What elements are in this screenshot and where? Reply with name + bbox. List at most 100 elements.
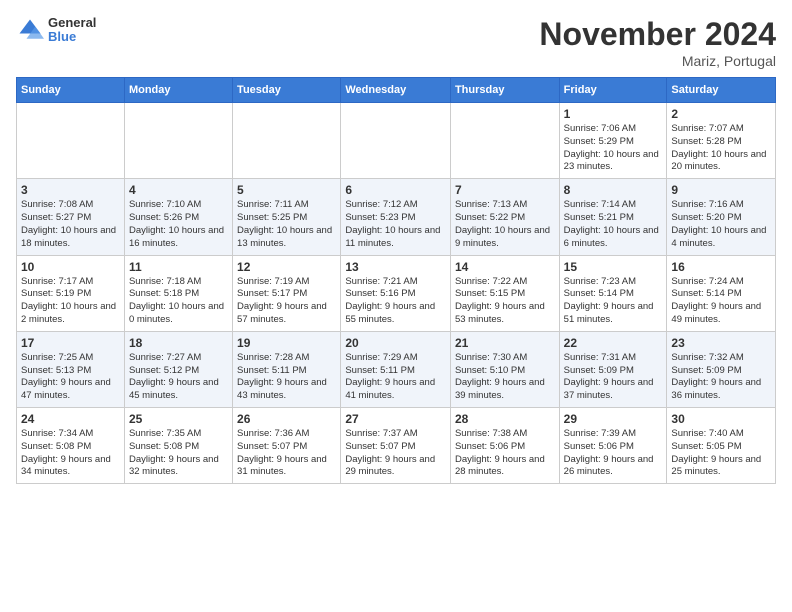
page-header: General Blue November 2024 Mariz, Portug… [16, 16, 776, 69]
day-number: 14 [455, 260, 555, 274]
day-number: 25 [129, 412, 228, 426]
day-info: Sunrise: 7:36 AM Sunset: 5:07 PM Dayligh… [237, 428, 336, 479]
calendar-cell: 28 Sunrise: 7:38 AM Sunset: 5:06 PM Dayli… [450, 408, 559, 484]
week-row-3: 10 Sunrise: 7:17 AM Sunset: 5:19 PM Dayli… [17, 255, 776, 331]
weekday-header-sunday: Sunday [17, 78, 125, 103]
day-number: 17 [21, 336, 120, 350]
calendar-cell: 8 Sunrise: 7:14 AM Sunset: 5:21 PM Daylig… [559, 179, 667, 255]
day-info: Sunrise: 7:29 AM Sunset: 5:11 PM Dayligh… [345, 352, 446, 403]
day-info: Sunrise: 7:35 AM Sunset: 5:08 PM Dayligh… [129, 428, 228, 479]
day-info: Sunrise: 7:17 AM Sunset: 5:19 PM Dayligh… [21, 276, 120, 327]
weekday-header-thursday: Thursday [450, 78, 559, 103]
logo-blue: Blue [48, 30, 96, 44]
calendar-cell: 30Sunrise: 7:40 AM Sunset: 5:05 PM Dayli… [667, 408, 776, 484]
day-info: Sunrise: 7:14 AM Sunset: 5:21 PM Dayligh… [564, 199, 663, 250]
logo-general: General [48, 16, 96, 30]
calendar-cell: 20 Sunrise: 7:29 AM Sunset: 5:11 PM Dayli… [341, 331, 451, 407]
day-info: Sunrise: 7:08 AM Sunset: 5:27 PM Dayligh… [21, 199, 120, 250]
calendar-cell: 4 Sunrise: 7:10 AM Sunset: 5:26 PM Daylig… [124, 179, 232, 255]
weekday-header-saturday: Saturday [667, 78, 776, 103]
day-info: Sunrise: 7:34 AM Sunset: 5:08 PM Dayligh… [21, 428, 120, 479]
day-info: Sunrise: 7:13 AM Sunset: 5:22 PM Dayligh… [455, 199, 555, 250]
day-number: 12 [237, 260, 336, 274]
calendar-cell [233, 103, 341, 179]
calendar-cell: 22Sunrise: 7:31 AM Sunset: 5:09 PM Dayli… [559, 331, 667, 407]
calendar-cell: 15 Sunrise: 7:23 AM Sunset: 5:14 PM Dayli… [559, 255, 667, 331]
day-number: 4 [129, 183, 228, 197]
day-number: 19 [237, 336, 336, 350]
weekday-header-wednesday: Wednesday [341, 78, 451, 103]
day-info: Sunrise: 7:24 AM Sunset: 5:14 PM Dayligh… [671, 276, 771, 327]
calendar-cell: 13 Sunrise: 7:21 AM Sunset: 5:16 PM Dayli… [341, 255, 451, 331]
day-number: 15 [564, 260, 663, 274]
day-info: Sunrise: 7:32 AM Sunset: 5:09 PM Dayligh… [671, 352, 771, 403]
calendar-cell: 11Sunrise: 7:18 AM Sunset: 5:18 PM Dayli… [124, 255, 232, 331]
day-number: 13 [345, 260, 446, 274]
calendar-cell: 18 Sunrise: 7:27 AM Sunset: 5:12 PM Dayli… [124, 331, 232, 407]
day-number: 28 [455, 412, 555, 426]
calendar-cell [341, 103, 451, 179]
day-number: 29 [564, 412, 663, 426]
day-number: 8 [564, 183, 663, 197]
day-number: 6 [345, 183, 446, 197]
day-number: 23 [671, 336, 771, 350]
calendar-cell: 10 Sunrise: 7:17 AM Sunset: 5:19 PM Dayli… [17, 255, 125, 331]
day-number: 24 [21, 412, 120, 426]
calendar-cell: 1 Sunrise: 7:06 AM Sunset: 5:29 PM Daylig… [559, 103, 667, 179]
calendar-cell: 7 Sunrise: 7:13 AM Sunset: 5:22 PM Daylig… [450, 179, 559, 255]
day-number: 2 [671, 107, 771, 121]
day-number: 22 [564, 336, 663, 350]
day-info: Sunrise: 7:11 AM Sunset: 5:25 PM Dayligh… [237, 199, 336, 250]
weekday-row: SundayMondayTuesdayWednesdayThursdayFrid… [17, 78, 776, 103]
day-number: 16 [671, 260, 771, 274]
day-number: 3 [21, 183, 120, 197]
location: Mariz, Portugal [539, 53, 776, 69]
weekday-header-monday: Monday [124, 78, 232, 103]
day-info: Sunrise: 7:06 AM Sunset: 5:29 PM Dayligh… [564, 123, 663, 174]
calendar-cell: 17Sunrise: 7:25 AM Sunset: 5:13 PM Dayli… [17, 331, 125, 407]
calendar-cell: 21 Sunrise: 7:30 AM Sunset: 5:10 PM Dayli… [450, 331, 559, 407]
month-title: November 2024 [539, 16, 776, 53]
week-row-2: 3 Sunrise: 7:08 AM Sunset: 5:27 PM Daylig… [17, 179, 776, 255]
day-number: 9 [671, 183, 771, 197]
day-info: Sunrise: 7:37 AM Sunset: 5:07 PM Dayligh… [345, 428, 446, 479]
logo: General Blue [16, 16, 96, 45]
day-info: Sunrise: 7:10 AM Sunset: 5:26 PM Dayligh… [129, 199, 228, 250]
logo-text: General Blue [48, 16, 96, 45]
calendar-cell: 25 Sunrise: 7:35 AM Sunset: 5:08 PM Dayli… [124, 408, 232, 484]
day-number: 20 [345, 336, 446, 350]
day-number: 18 [129, 336, 228, 350]
day-info: Sunrise: 7:23 AM Sunset: 5:14 PM Dayligh… [564, 276, 663, 327]
day-number: 30 [671, 412, 771, 426]
day-info: Sunrise: 7:22 AM Sunset: 5:15 PM Dayligh… [455, 276, 555, 327]
calendar-cell: 16 Sunrise: 7:24 AM Sunset: 5:14 PM Dayli… [667, 255, 776, 331]
week-row-4: 17Sunrise: 7:25 AM Sunset: 5:13 PM Dayli… [17, 331, 776, 407]
title-block: November 2024 Mariz, Portugal [539, 16, 776, 69]
day-number: 7 [455, 183, 555, 197]
calendar-cell: 29Sunrise: 7:39 AM Sunset: 5:06 PM Dayli… [559, 408, 667, 484]
day-info: Sunrise: 7:30 AM Sunset: 5:10 PM Dayligh… [455, 352, 555, 403]
weekday-header-tuesday: Tuesday [233, 78, 341, 103]
calendar-cell: 27Sunrise: 7:37 AM Sunset: 5:07 PM Dayli… [341, 408, 451, 484]
calendar-cell [124, 103, 232, 179]
day-number: 1 [564, 107, 663, 121]
day-number: 21 [455, 336, 555, 350]
calendar-header: SundayMondayTuesdayWednesdayThursdayFrid… [17, 78, 776, 103]
calendar-cell: 2 Sunrise: 7:07 AM Sunset: 5:28 PM Daylig… [667, 103, 776, 179]
day-info: Sunrise: 7:27 AM Sunset: 5:12 PM Dayligh… [129, 352, 228, 403]
calendar-cell: 5Sunrise: 7:11 AM Sunset: 5:25 PM Daylig… [233, 179, 341, 255]
day-info: Sunrise: 7:07 AM Sunset: 5:28 PM Dayligh… [671, 123, 771, 174]
week-row-5: 24 Sunrise: 7:34 AM Sunset: 5:08 PM Dayli… [17, 408, 776, 484]
day-number: 26 [237, 412, 336, 426]
week-row-1: 1 Sunrise: 7:06 AM Sunset: 5:29 PM Daylig… [17, 103, 776, 179]
day-info: Sunrise: 7:19 AM Sunset: 5:17 PM Dayligh… [237, 276, 336, 327]
calendar-cell: 24 Sunrise: 7:34 AM Sunset: 5:08 PM Dayli… [17, 408, 125, 484]
day-info: Sunrise: 7:38 AM Sunset: 5:06 PM Dayligh… [455, 428, 555, 479]
calendar-cell [450, 103, 559, 179]
day-info: Sunrise: 7:18 AM Sunset: 5:18 PM Dayligh… [129, 276, 228, 327]
calendar-cell: 3 Sunrise: 7:08 AM Sunset: 5:27 PM Daylig… [17, 179, 125, 255]
day-info: Sunrise: 7:16 AM Sunset: 5:20 PM Dayligh… [671, 199, 771, 250]
day-number: 10 [21, 260, 120, 274]
calendar-cell: 12 Sunrise: 7:19 AM Sunset: 5:17 PM Dayli… [233, 255, 341, 331]
day-info: Sunrise: 7:21 AM Sunset: 5:16 PM Dayligh… [345, 276, 446, 327]
